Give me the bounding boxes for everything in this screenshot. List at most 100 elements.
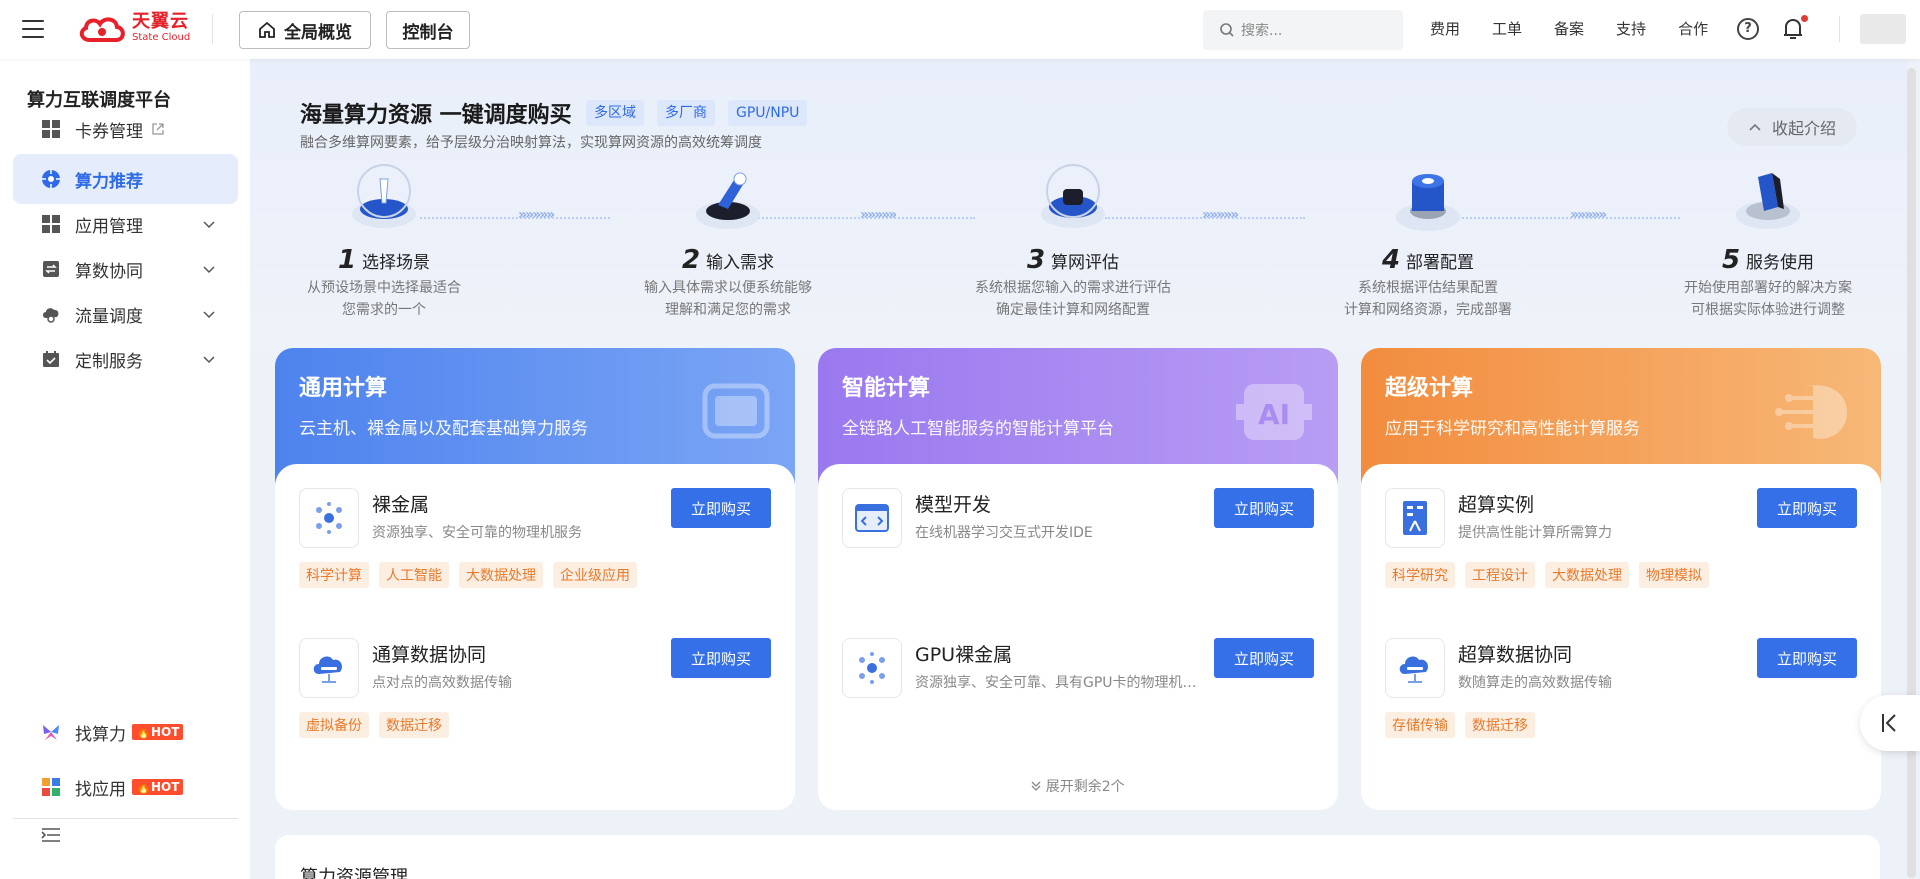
step-desc: 计算和网络资源，完成部署 [1344,302,1512,318]
resource-management-panel: 算力资源管理 [275,835,1880,879]
feature-tag: 多区域 [586,100,644,126]
step-number: 5 [1721,245,1741,275]
step-number: 1 [337,245,357,275]
step-desc: 您需求的一个 [342,302,426,318]
scenario-tag: 工程设计 [1465,562,1535,588]
sidebar-item-traffic[interactable]: 流量调度 [13,289,238,339]
code-window-icon [842,488,902,548]
step-number: 2 [681,245,701,275]
product-desc: 数随算走的高效数据传输 [1458,675,1612,691]
grid-icon [41,214,61,234]
step-title: 服务使用 [1746,253,1815,273]
card-body: 模型开发 在线机器学习交互式开发IDE 立即购买 GPU裸金属 资源独享、安全可… [818,464,1338,810]
top-links: 费用 工单 备案 支持 合作 [1430,18,1740,39]
hot-badge: 🔥HOT [132,724,184,740]
step-illustration-icon [1033,159,1113,239]
step-title: 选择场景 [362,253,431,273]
scenario-tag: 虚拟备份 [299,712,369,738]
scenario-tag: 企业级应用 [553,562,637,588]
sidebar-item-label: 算力推荐 [75,171,143,192]
link-filing[interactable]: 备案 [1554,18,1584,39]
buy-now-button[interactable]: 立即购买 [1214,638,1314,678]
sidebar-item-find-app[interactable]: 找应用 🔥HOT [13,762,238,812]
buy-now-button[interactable]: 立即购买 [671,488,771,528]
step-desc: 开始使用部署好的解决方案 [1684,280,1852,296]
chevron-down-icon [203,266,215,274]
hamburger-menu-icon[interactable] [22,20,44,38]
intro-section: 海量算力资源 一键调度购买 多区域 多厂商 GPU/NPU 融合多维算网要素，给… [250,59,1907,349]
scenario-tag: 存储传输 [1385,712,1455,738]
step-desc: 输入具体需求以便系统能够 [644,280,812,296]
card-general-compute: 通用计算 云主机、裸金属以及配套基础算力服务 裸金属 资源独享、安全可靠的物理机… [275,348,795,810]
buy-now-button[interactable]: 立即购买 [671,638,771,678]
link-partner[interactable]: 合作 [1678,18,1708,39]
step-desc: 系统根据您输入的需求进行评估 [975,280,1171,296]
overview-button[interactable]: 全局概览 [239,11,371,49]
avatar[interactable] [1860,14,1906,44]
cloud-transfer-icon [1385,638,1445,698]
feature-tag: 多厂商 [657,100,715,126]
product-desc: 在线机器学习交互式开发IDE [915,525,1093,541]
scenario-tag: 大数据处理 [459,562,543,588]
monitor-icon [702,383,770,439]
logo[interactable]: 天翼云 State Cloud [76,13,190,43]
cloud-flow-icon [41,304,61,324]
link-tickets[interactable]: 工单 [1492,18,1522,39]
calendar-check-icon [41,349,61,369]
bare-metal-icon [299,488,359,548]
search-placeholder: 搜索... [1241,23,1283,39]
sidebar-item-recommend[interactable]: 算力推荐 [13,154,238,204]
sidebar-item-sync[interactable]: 算数协同 [13,244,238,294]
collapse-left-icon [1882,714,1896,732]
step-number: 4 [1381,245,1401,275]
collapse-sidebar-icon[interactable] [41,827,61,843]
console-button[interactable]: 控制台 [386,11,470,49]
top-bar: 天翼云 State Cloud 全局概览 控制台 搜索... 费用 工单 备案 … [0,0,1920,59]
chevron-up-icon [1749,123,1761,131]
card-super-compute: 超级计算 应用于科学研究和高性能计算服务 超算实例 提供高性能计算所需算力 立即… [1361,348,1881,810]
buy-now-button[interactable]: 立即购买 [1214,488,1314,528]
vertical-scrollbar[interactable] [1907,68,1916,879]
step-illustration-icon [1728,159,1808,239]
product-name: 裸金属 [372,494,430,516]
step-desc: 理解和满足您的需求 [665,302,791,318]
step-desc: 可根据实际体验进行调整 [1691,302,1845,318]
sidebar-item-coupons[interactable]: 卡券管理 [13,104,238,154]
panel-title: 算力资源管理 [300,867,408,879]
buy-now-button[interactable]: 立即购买 [1757,638,1857,678]
brain-circuit-icon [1775,385,1847,439]
step-illustration-icon [344,159,424,239]
link-fees[interactable]: 费用 [1430,18,1460,39]
sync-icon [41,259,61,279]
buy-now-button[interactable]: 立即购买 [1757,488,1857,528]
cloud-logo-icon [79,17,125,42]
sidebar-item-custom[interactable]: 定制服务 [13,334,238,384]
overview-label: 全局概览 [284,22,352,43]
sidebar-item-label: 卡券管理 [75,121,143,142]
bell-icon[interactable] [1782,17,1804,41]
card-intelligent-compute: 智能计算 全链路人工智能服务的智能计算平台 AI 模型开发 在线机器学习交互式开… [818,348,1338,810]
link-support[interactable]: 支持 [1616,18,1646,39]
product-name: 模型开发 [915,494,992,516]
arrow-icon: »»»»» [860,207,897,223]
step-5: 5 服务使用 开始使用部署好的解决方案 可根据实际体验进行调整 [1648,159,1888,321]
sidebar-item-label: 找算力 [75,724,126,745]
step-desc: 从预设场景中选择最适合 [307,280,461,296]
logo-name: 天翼云 [132,11,189,32]
collapse-intro-button[interactable]: 收起介绍 [1727,108,1857,146]
scrollbar-thumb[interactable] [1907,68,1916,878]
sidebar-item-find-compute[interactable]: 找算力 🔥HOT [13,707,238,757]
notification-dot [1801,15,1808,22]
side-panel-toggle[interactable] [1860,695,1920,751]
sidebar-item-label: 找应用 [75,779,126,800]
expand-more-button[interactable]: 展开剩余2个 [818,776,1338,796]
sidebar-item-apps[interactable]: 应用管理 [13,199,238,249]
chevron-down-icon [203,311,215,319]
help-icon[interactable]: ? [1737,18,1759,40]
logo-subname: State Cloud [132,32,191,43]
chevron-down-icon [203,221,215,229]
search-input[interactable]: 搜索... [1203,10,1403,50]
svg-text:AI: AI [1258,398,1290,431]
arrow-icon: »»»»» [1202,207,1239,223]
step-4: 4 部署配置 系统根据评估结果配置 计算和网络资源，完成部署 [1308,159,1548,321]
